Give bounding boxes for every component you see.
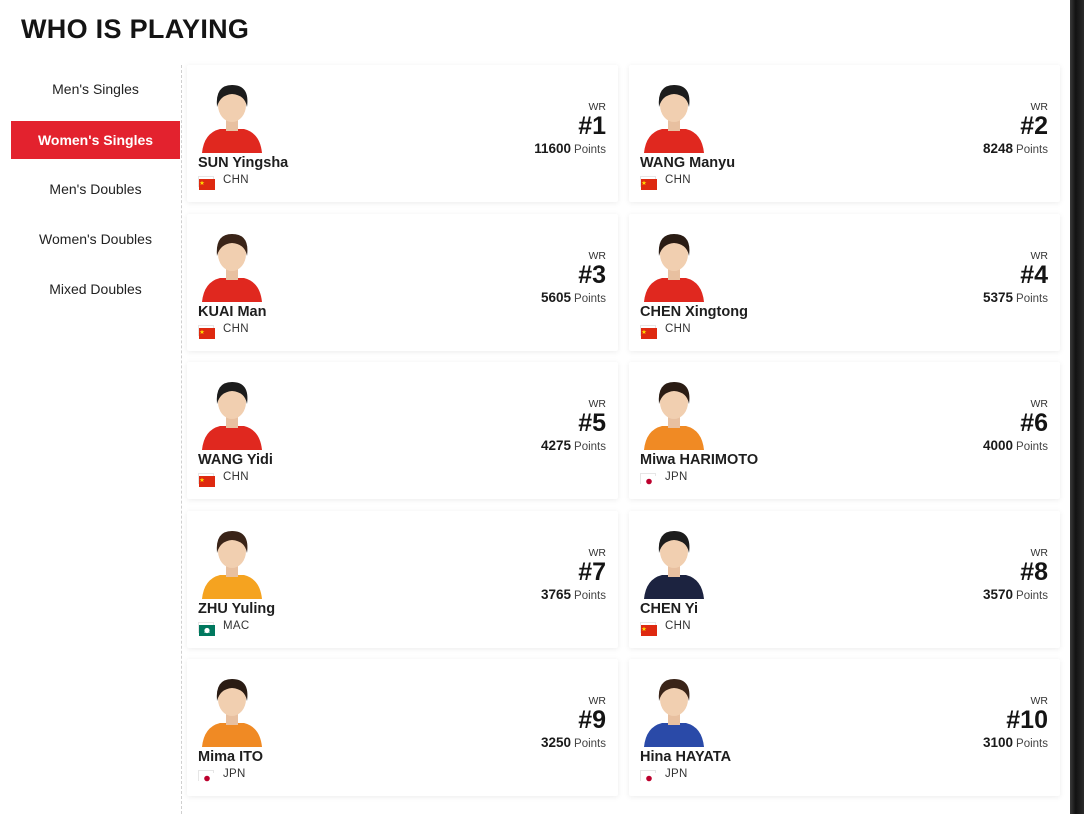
country-code: JPN bbox=[223, 768, 246, 780]
points-value: 4000 bbox=[982, 438, 1014, 453]
country-code: CHN bbox=[223, 174, 249, 186]
points-value: 3570 bbox=[982, 587, 1014, 602]
sidebar-item-mens-doubles[interactable]: Men's Doubles bbox=[11, 170, 180, 208]
player-card[interactable]: CHEN Yi CHN WR #8 3570 Points bbox=[629, 511, 1060, 648]
player-photo bbox=[642, 671, 706, 747]
player-name[interactable]: Mima ITO bbox=[198, 749, 263, 765]
world-rank: #9 bbox=[578, 706, 606, 734]
player-name[interactable]: WANG Manyu bbox=[640, 155, 735, 171]
player-card[interactable]: SUN Yingsha CHN WR #1 11600 Points bbox=[187, 65, 618, 202]
points-value: 3100 bbox=[982, 735, 1014, 750]
player-name[interactable]: WANG Yidi bbox=[198, 452, 273, 468]
points-label: Points bbox=[1016, 738, 1048, 750]
ranking-points: 3765 Points bbox=[541, 587, 606, 602]
ranking-points: 4000 Points bbox=[983, 438, 1048, 453]
player-name[interactable]: Hina HAYATA bbox=[640, 749, 731, 765]
ranking-points: 3100 Points bbox=[983, 735, 1048, 750]
points-label: Points bbox=[574, 144, 606, 156]
player-card[interactable]: Miwa HARIMOTO JPN WR #6 4000 Points bbox=[629, 362, 1060, 499]
country-code: CHN bbox=[665, 323, 691, 335]
points-value: 3765 bbox=[540, 587, 572, 602]
world-rank: #4 bbox=[1020, 261, 1048, 289]
player-photo bbox=[642, 77, 706, 153]
world-rank: #1 bbox=[578, 112, 606, 140]
points-label: Points bbox=[574, 590, 606, 602]
china-flag-icon bbox=[198, 473, 215, 487]
country-code: CHN bbox=[665, 174, 691, 186]
page-title: WHO IS PLAYING bbox=[21, 14, 250, 44]
country-code: JPN bbox=[665, 768, 688, 780]
player-name[interactable]: CHEN Yi bbox=[640, 601, 698, 617]
player-card[interactable]: Mima ITO JPN WR #9 3250 Points bbox=[187, 659, 618, 796]
player-name[interactable]: ZHU Yuling bbox=[198, 601, 275, 617]
japan-flag-icon bbox=[198, 770, 215, 784]
points-label: Points bbox=[1016, 144, 1048, 156]
player-name[interactable]: SUN Yingsha bbox=[198, 155, 288, 171]
player-photo bbox=[200, 226, 264, 302]
china-flag-icon bbox=[640, 176, 657, 190]
china-flag-icon bbox=[640, 325, 657, 339]
player-card[interactable]: WANG Yidi CHN WR #5 4275 Points bbox=[187, 362, 618, 499]
china-flag-icon bbox=[198, 325, 215, 339]
country-code: MAC bbox=[223, 620, 250, 632]
points-label: Points bbox=[1016, 293, 1048, 305]
world-rank: #6 bbox=[1020, 409, 1048, 437]
player-name[interactable]: Miwa HARIMOTO bbox=[640, 452, 758, 468]
sidebar-item-mens-singles[interactable]: Men's Singles bbox=[11, 70, 180, 108]
macau-flag-icon bbox=[198, 622, 215, 636]
player-photo bbox=[200, 523, 264, 599]
ranking-points: 5605 Points bbox=[541, 290, 606, 305]
world-rank: #8 bbox=[1020, 558, 1048, 586]
china-flag-icon bbox=[198, 176, 215, 190]
country-code: CHN bbox=[223, 323, 249, 335]
points-label: Points bbox=[1016, 441, 1048, 453]
japan-flag-icon bbox=[640, 473, 657, 487]
points-value: 5605 bbox=[540, 290, 572, 305]
player-name[interactable]: CHEN Xingtong bbox=[640, 304, 748, 320]
points-label: Points bbox=[1016, 590, 1048, 602]
points-label: Points bbox=[574, 293, 606, 305]
sidebar-item-womens-singles[interactable]: Women's Singles bbox=[11, 121, 180, 159]
ranking-points: 11600 Points bbox=[534, 141, 606, 156]
points-label: Points bbox=[574, 441, 606, 453]
world-rank: #2 bbox=[1020, 112, 1048, 140]
world-rank: #3 bbox=[578, 261, 606, 289]
points-value: 11600 bbox=[534, 141, 572, 156]
points-value: 4275 bbox=[540, 438, 572, 453]
player-card[interactable]: CHEN Xingtong CHN WR #4 5375 Points bbox=[629, 214, 1060, 351]
japan-flag-icon bbox=[640, 770, 657, 784]
player-photo bbox=[642, 523, 706, 599]
player-photo bbox=[200, 374, 264, 450]
window-edge bbox=[1070, 0, 1084, 814]
points-value: 5375 bbox=[982, 290, 1014, 305]
ranking-points: 4275 Points bbox=[541, 438, 606, 453]
player-card[interactable]: Hina HAYATA JPN WR #10 3100 Points bbox=[629, 659, 1060, 796]
player-card[interactable]: KUAI Man CHN WR #3 5605 Points bbox=[187, 214, 618, 351]
player-card[interactable]: ZHU Yuling MAC WR #7 3765 Points bbox=[187, 511, 618, 648]
player-card[interactable]: WANG Manyu CHN WR #2 8248 Points bbox=[629, 65, 1060, 202]
world-rank: #7 bbox=[578, 558, 606, 586]
player-photo bbox=[200, 77, 264, 153]
points-value: 8248 bbox=[982, 141, 1014, 156]
player-photo bbox=[642, 226, 706, 302]
world-rank: #10 bbox=[1006, 706, 1048, 734]
country-code: JPN bbox=[665, 471, 688, 483]
ranking-points: 5375 Points bbox=[983, 290, 1048, 305]
country-code: CHN bbox=[665, 620, 691, 632]
china-flag-icon bbox=[640, 622, 657, 636]
ranking-points: 8248 Points bbox=[983, 141, 1048, 156]
sidebar-item-mixed-doubles[interactable]: Mixed Doubles bbox=[11, 270, 180, 308]
player-name[interactable]: KUAI Man bbox=[198, 304, 266, 320]
ranking-points: 3250 Points bbox=[541, 735, 606, 750]
country-code: CHN bbox=[223, 471, 249, 483]
event-sidebar: Men's Singles Women's Singles Men's Doub… bbox=[0, 65, 182, 814]
player-photo bbox=[200, 671, 264, 747]
player-photo bbox=[642, 374, 706, 450]
ranking-points: 3570 Points bbox=[983, 587, 1048, 602]
points-label: Points bbox=[574, 738, 606, 750]
points-value: 3250 bbox=[540, 735, 572, 750]
world-rank: #5 bbox=[578, 409, 606, 437]
sidebar-item-womens-doubles[interactable]: Women's Doubles bbox=[11, 220, 180, 258]
